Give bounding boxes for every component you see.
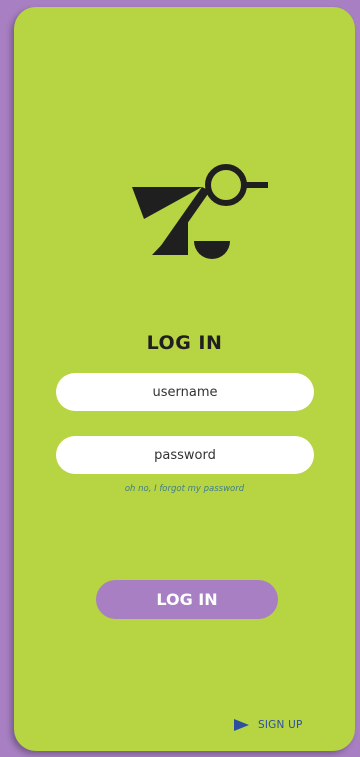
forgot-password-link[interactable]: oh no, I forgot my password xyxy=(14,484,355,494)
signup-label: SIGN UP xyxy=(258,719,303,731)
username-input[interactable] xyxy=(56,373,314,411)
login-button[interactable]: LOG IN xyxy=(96,580,278,619)
page-title: LOG IN xyxy=(146,332,223,354)
logo-icon xyxy=(132,164,268,259)
signup-link[interactable]: SIGN UP xyxy=(234,717,303,733)
play-triangle-icon xyxy=(234,719,249,731)
password-input[interactable] xyxy=(56,436,314,474)
login-card: LOG IN oh no, I forgot my password LOG I… xyxy=(14,7,355,751)
